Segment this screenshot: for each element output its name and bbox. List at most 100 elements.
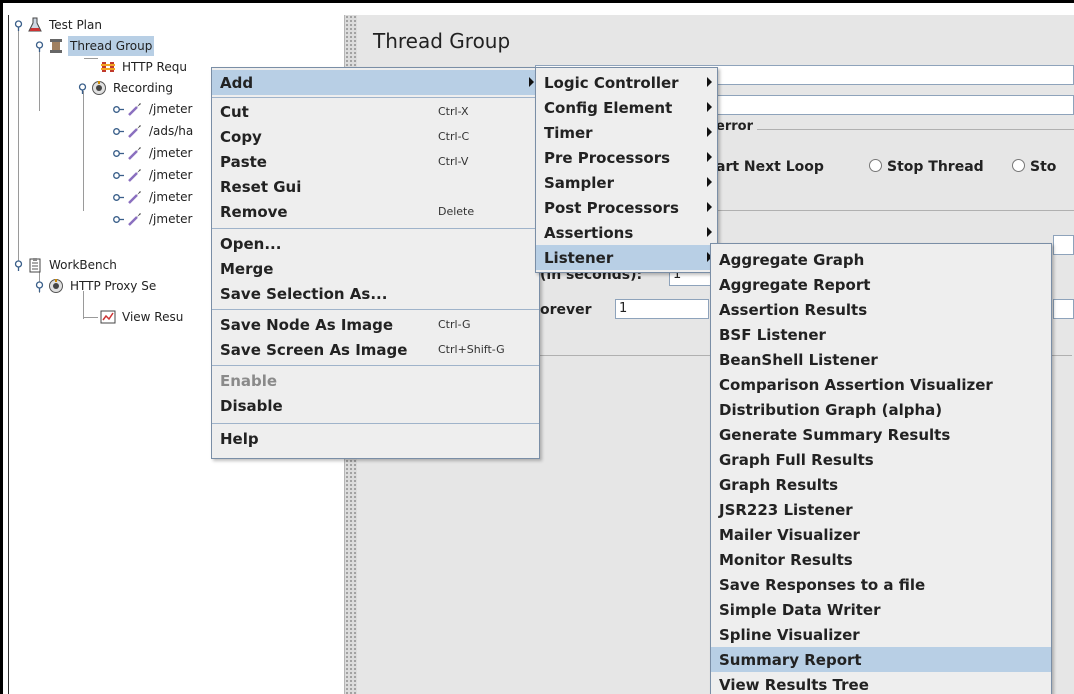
menu-item-help[interactable]: Help	[212, 426, 539, 451]
clipboard-icon	[27, 257, 43, 273]
listener-item-spline-visualizer[interactable]: Spline Visualizer	[711, 622, 1051, 647]
listener-item-aggregate-report[interactable]: Aggregate Report	[711, 272, 1051, 297]
tree-toggle-icon[interactable]	[113, 214, 124, 225]
submenu-item-config-element[interactable]: Config Element	[536, 95, 717, 120]
tree-toggle-icon[interactable]	[13, 259, 24, 271]
threads-field[interactable]	[1053, 235, 1074, 255]
tree-label: View Resu	[122, 310, 184, 324]
tree-toggle-icon[interactable]	[113, 148, 124, 159]
tree-node-sampler[interactable]: /ads/ha	[113, 121, 195, 141]
menu-item-save-node-image[interactable]: Save Node As Image Ctrl-G	[212, 312, 539, 337]
tree-node-view-results[interactable]: View Resu	[100, 307, 185, 327]
stop-test-radio[interactable]: Sto	[1012, 159, 1056, 175]
tree-label: HTTP Requ	[122, 60, 187, 74]
tree-label: Recording	[113, 81, 174, 95]
tree-node-recording[interactable]: Recording	[77, 78, 175, 98]
submenu-item-post-processors[interactable]: Post Processors	[536, 195, 717, 220]
listener-item-beanshell-listener[interactable]: BeanShell Listener	[711, 347, 1051, 372]
tree-toggle-icon[interactable]	[34, 280, 45, 292]
listener-item-summary-report[interactable]: Summary Report	[711, 647, 1051, 672]
menu-item-add[interactable]: Add	[212, 70, 539, 95]
listener-item-bsf-listener[interactable]: BSF Listener	[711, 322, 1051, 347]
loop-count-field[interactable]	[615, 299, 709, 319]
submenu-arrow-icon	[707, 177, 712, 187]
menu-item-disable[interactable]: Disable	[212, 393, 539, 418]
pipette-icon	[127, 167, 143, 183]
tree-toggle-icon[interactable]	[113, 126, 124, 137]
tree-label: Test Plan	[49, 18, 102, 32]
menu-item-enable: Enable	[220, 371, 278, 390]
listener-item-save-responses[interactable]: Save Responses to a file	[711, 572, 1051, 597]
loop-count-field-right[interactable]	[1053, 299, 1074, 319]
menu-item-remove[interactable]: Remove Delete	[212, 199, 539, 224]
tree-node-test-plan[interactable]: Test Plan	[13, 15, 104, 35]
tree-node-sampler[interactable]: /jmeter	[113, 187, 194, 207]
flask-icon	[27, 17, 43, 33]
menu-item-reset-gui[interactable]: Reset Gui	[212, 174, 539, 199]
tree-node-http-proxy[interactable]: HTTP Proxy Se	[34, 276, 158, 296]
listener-item-graph-full-results[interactable]: Graph Full Results	[711, 447, 1051, 472]
submenu-arrow-icon	[707, 102, 712, 112]
submenu-item-timer[interactable]: Timer	[536, 120, 717, 145]
tree-node-sampler[interactable]: /jmeter	[113, 143, 194, 163]
menu-item-paste[interactable]: Paste Ctrl-V	[212, 149, 539, 174]
spool-icon	[48, 38, 64, 54]
listener-item-mailer-visualizer[interactable]: Mailer Visualizer	[711, 522, 1051, 547]
listener-item-monitor-results[interactable]: Monitor Results	[711, 547, 1051, 572]
menu-item-open[interactable]: Open...	[212, 231, 539, 256]
submenu-item-pre-processors[interactable]: Pre Processors	[536, 145, 717, 170]
tree-node-thread-group[interactable]: Thread Group	[34, 36, 155, 56]
http-request-icon	[100, 59, 116, 75]
submenu-item-sampler[interactable]: Sampler	[536, 170, 717, 195]
tree-node-sampler[interactable]: /jmeter	[113, 209, 194, 229]
start-next-loop-radio-label[interactable]: art Next Loop	[716, 159, 824, 175]
listener-item-distribution-graph[interactable]: Distribution Graph (alpha)	[711, 397, 1051, 422]
tree-toggle-icon[interactable]	[13, 19, 24, 31]
submenu-arrow-icon	[707, 152, 712, 162]
stop-thread-label: Stop Thread	[887, 159, 984, 175]
radio-icon[interactable]	[869, 159, 882, 172]
tree-toggle-icon[interactable]	[34, 40, 45, 52]
menu-item-save-screen-image[interactable]: Save Screen As Image Ctrl+Shift-G	[212, 337, 539, 362]
tree-label: /jmeter	[149, 168, 193, 182]
tree-label: Thread Group	[68, 36, 155, 56]
recording-controller-icon	[91, 80, 107, 96]
listener-item-jsr223-listener[interactable]: JSR223 Listener	[711, 497, 1051, 522]
listener-item-generate-summary-results[interactable]: Generate Summary Results	[711, 422, 1051, 447]
tree-label: /jmeter	[149, 146, 193, 160]
stop-test-label: Sto	[1030, 159, 1057, 175]
submenu-arrow-icon	[707, 202, 712, 212]
tree-node-http-request[interactable]: HTTP Requ	[100, 57, 189, 77]
menu-item-save-selection[interactable]: Save Selection As...	[212, 281, 539, 306]
listener-item-comparison-assertion-visualizer[interactable]: Comparison Assertion Visualizer	[711, 372, 1051, 397]
submenu-item-logic-controller[interactable]: Logic Controller	[536, 70, 717, 95]
pipette-icon	[127, 145, 143, 161]
tree-node-sampler[interactable]: /jmeter	[113, 99, 194, 119]
listener-item-view-results-tree[interactable]: View Results Tree	[711, 672, 1051, 694]
menu-item-cut[interactable]: Cut Ctrl-X	[212, 99, 539, 124]
tree-node-workbench[interactable]: WorkBench	[13, 255, 119, 275]
radio-icon[interactable]	[1012, 159, 1025, 172]
submenu-item-assertions[interactable]: Assertions	[536, 220, 717, 245]
listener-item-simple-data-writer[interactable]: Simple Data Writer	[711, 597, 1051, 622]
menu-item-copy[interactable]: Copy Ctrl-C	[212, 124, 539, 149]
tree-label: /jmeter	[149, 212, 193, 226]
tree-toggle-icon[interactable]	[113, 104, 124, 115]
stop-thread-radio[interactable]: Stop Thread	[869, 159, 984, 175]
submenu-item-listener[interactable]: Listener	[536, 245, 717, 270]
listener-item-graph-results[interactable]: Graph Results	[711, 472, 1051, 497]
submenu-arrow-icon	[529, 77, 534, 87]
tree-node-sampler[interactable]: /jmeter	[113, 165, 194, 185]
context-menu: Add Cut Ctrl-X Copy Ctrl-C Paste Ctrl-V Res…	[211, 67, 540, 459]
tree-label: /jmeter	[149, 102, 193, 116]
loop-forever-label: orever	[540, 302, 592, 318]
tree-toggle-icon[interactable]	[113, 170, 124, 181]
tree-toggle-icon[interactable]	[77, 82, 88, 94]
listener-item-aggregate-graph[interactable]: Aggregate Graph	[711, 247, 1051, 272]
listener-item-assertion-results[interactable]: Assertion Results	[711, 297, 1051, 322]
tree-toggle-icon[interactable]	[113, 192, 124, 203]
listener-submenu: Aggregate Graph Aggregate Report Asserti…	[710, 243, 1052, 694]
tree-label: /jmeter	[149, 190, 193, 204]
submenu-arrow-icon	[707, 77, 712, 87]
menu-item-merge[interactable]: Merge	[212, 256, 539, 281]
